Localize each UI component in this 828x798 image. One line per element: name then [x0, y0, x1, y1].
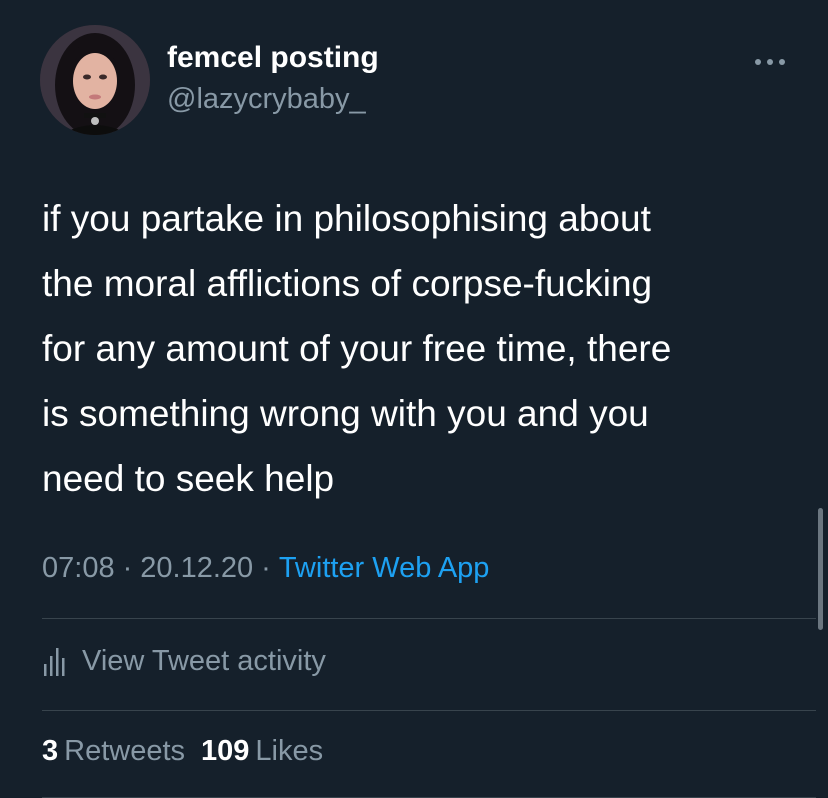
bar-chart-icon — [44, 648, 65, 676]
tweet-time[interactable]: 07:08 — [42, 552, 115, 584]
meta-separator: · — [122, 552, 133, 584]
tweet-meta: 07:08 · 20.12.20 · Twitter Web App — [42, 552, 489, 585]
view-tweet-activity-button[interactable]: View Tweet activity — [42, 641, 326, 681]
tweet-date[interactable]: 20.12.20 — [140, 552, 253, 584]
tweet-text: if you partake in philosophising about t… — [42, 198, 672, 499]
more-options-icon[interactable] — [755, 56, 785, 68]
likes-label: Likes — [255, 735, 324, 767]
scrollbar[interactable] — [818, 508, 823, 630]
view-tweet-activity-label: View Tweet activity — [82, 644, 326, 677]
retweets-label: Retweets — [64, 735, 186, 767]
tweet-detail: femcel posting @lazycrybaby_ if you part… — [0, 0, 828, 798]
likes-stat[interactable]: 109 Likes — [201, 735, 323, 767]
tweet-source-link[interactable]: Twitter Web App — [279, 552, 490, 584]
divider — [42, 618, 816, 619]
likes-count: 109 — [201, 735, 250, 767]
user-handle[interactable]: @lazycrybaby_ — [167, 83, 366, 116]
avatar[interactable] — [40, 25, 150, 135]
retweets-stat[interactable]: 3 Retweets — [42, 735, 185, 767]
retweets-count: 3 — [42, 735, 59, 767]
display-name[interactable]: femcel posting — [167, 41, 379, 75]
divider — [42, 710, 816, 711]
meta-separator: · — [261, 552, 271, 584]
tweet-stats: 3 Retweets 109 Likes — [42, 735, 323, 768]
